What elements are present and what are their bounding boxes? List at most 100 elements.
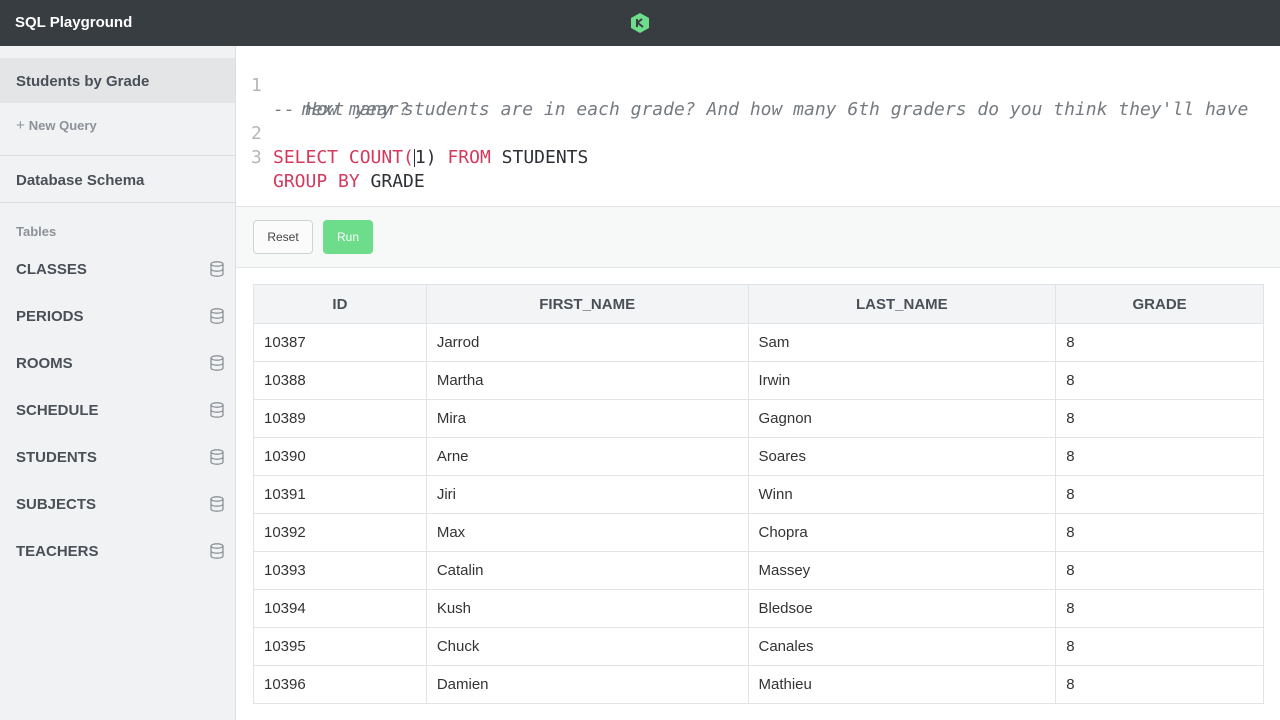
sidebar: Students by Grade + New Query Database Sc… — [0, 46, 236, 720]
database-schema-title[interactable]: Database Schema — [16, 172, 144, 189]
cell-grade: 8 — [1055, 475, 1264, 514]
database-icon — [210, 496, 224, 512]
cell-grade: 8 — [1055, 513, 1264, 552]
table-row: 10391 Jiri Winn 8 — [253, 475, 1264, 514]
app-title: SQL Playground — [15, 14, 133, 31]
table-item-periods[interactable]: PERIODS — [0, 299, 235, 335]
cell-first-name: Arne — [425, 437, 749, 476]
line-number: 3 — [251, 147, 262, 168]
count-close: ) — [425, 147, 437, 168]
query-item-active[interactable]: Students by Grade — [0, 58, 235, 103]
table-name: PERIODS — [16, 308, 84, 325]
keyword-from: FROM — [447, 147, 491, 168]
table-row: 10395 Chuck Canales 8 — [253, 627, 1264, 666]
cell-grade: 8 — [1055, 437, 1264, 476]
query-toolbar: Reset Run — [236, 207, 1280, 268]
cell-id: 10396 — [253, 665, 427, 704]
column-header-grade: GRADE — [1055, 284, 1264, 324]
cell-id: 10388 — [253, 361, 427, 400]
cell-last-name: Gagnon — [747, 399, 1057, 438]
table-item-schedule[interactable]: SCHEDULE — [0, 393, 235, 429]
cell-first-name: Damien — [425, 665, 749, 704]
table-item-subjects[interactable]: SUBJECTS — [0, 487, 235, 523]
cell-last-name: Canales — [747, 627, 1057, 666]
sql-select-statement: SELECT COUNT(1) FROM STUDENTS — [273, 146, 588, 170]
cell-id: 10391 — [253, 475, 427, 514]
database-icon — [210, 543, 224, 559]
query-item-label: Students by Grade — [16, 73, 150, 90]
cell-id: 10394 — [253, 589, 427, 628]
results-table: ID FIRST_NAME LAST_NAME GRADE 10387 Jarro… — [253, 284, 1264, 704]
count-argument: 1 — [414, 147, 426, 168]
database-icon — [210, 261, 224, 277]
cell-first-name: Max — [425, 513, 749, 552]
cell-grade: 8 — [1055, 361, 1264, 400]
code-line-3: 3 GROUP BY GRADE — [236, 122, 1280, 192]
table-item-teachers[interactable]: TEACHERS — [0, 534, 235, 570]
group-column: GRADE — [370, 171, 425, 192]
code-line-2: 2 SELECT COUNT(1) FROM STUDENTS — [236, 98, 1280, 168]
column-header-first-name: FIRST_NAME — [425, 284, 749, 324]
cell-last-name: Massey — [747, 551, 1057, 590]
sql-group-by: GROUP BY GRADE — [273, 170, 425, 194]
reset-button[interactable]: Reset — [253, 220, 313, 254]
keyword-count: COUNT( — [348, 147, 414, 168]
table-reference: STUDENTS — [501, 147, 589, 168]
cell-last-name: Chopra — [747, 513, 1057, 552]
cell-id: 10390 — [253, 437, 427, 476]
treehouse-logo-icon — [631, 13, 649, 33]
table-item-rooms[interactable]: ROOMS — [0, 346, 235, 382]
cell-id: 10395 — [253, 627, 427, 666]
cell-grade: 8 — [1055, 551, 1264, 590]
cell-first-name: Martha — [425, 361, 749, 400]
cell-grade: 8 — [1055, 323, 1264, 362]
cell-last-name: Soares — [747, 437, 1057, 476]
code-line-1-wrap: next year? — [236, 74, 1280, 120]
table-row: 10392 Max Chopra 8 — [253, 513, 1264, 552]
cell-id: 10392 — [253, 513, 427, 552]
table-name: SCHEDULE — [16, 402, 99, 419]
sql-editor[interactable]: 1 -- How many students are in each grade… — [236, 46, 1280, 207]
divider — [0, 202, 235, 203]
cell-first-name: Catalin — [425, 551, 749, 590]
new-query-label: New Query — [28, 118, 97, 133]
table-name: CLASSES — [16, 261, 87, 278]
cell-id: 10387 — [253, 323, 427, 362]
cell-last-name: Sam — [747, 323, 1057, 362]
column-header-id: ID — [253, 284, 427, 324]
cell-last-name: Bledsoe — [747, 589, 1057, 628]
table-name: TEACHERS — [16, 543, 99, 560]
cell-last-name: Winn — [747, 475, 1057, 514]
new-query-button[interactable]: + New Query — [16, 117, 97, 134]
divider — [0, 155, 235, 156]
database-icon — [210, 308, 224, 324]
table-row: 10393 Catalin Massey 8 — [253, 551, 1264, 590]
cell-grade: 8 — [1055, 589, 1264, 628]
keyword-select: SELECT — [273, 147, 339, 168]
top-bar: SQL Playground — [0, 0, 1280, 46]
table-item-classes[interactable]: CLASSES — [0, 252, 235, 288]
run-button[interactable]: Run — [323, 220, 373, 254]
database-icon — [210, 355, 224, 371]
cell-grade: 8 — [1055, 627, 1264, 666]
cell-first-name: Jiri — [425, 475, 749, 514]
table-row: 10387 Jarrod Sam 8 — [253, 323, 1264, 362]
cell-id: 10393 — [253, 551, 427, 590]
table-name: ROOMS — [16, 355, 73, 372]
table-row: 10389 Mira Gagnon 8 — [253, 399, 1264, 438]
table-row: 10394 Kush Bledsoe 8 — [253, 589, 1264, 628]
table-header-row: ID FIRST_NAME LAST_NAME GRADE — [253, 284, 1264, 324]
results-table-container: ID FIRST_NAME LAST_NAME GRADE 10387 Jarro… — [253, 284, 1264, 704]
table-row: 10390 Arne Soares 8 — [253, 437, 1264, 476]
table-item-students[interactable]: STUDENTS — [0, 440, 235, 476]
cell-first-name: Jarrod — [425, 323, 749, 362]
column-header-last-name: LAST_NAME — [747, 284, 1057, 324]
table-row: 10388 Martha Irwin 8 — [253, 361, 1264, 400]
keyword-group-by: GROUP BY — [273, 171, 360, 192]
cell-last-name: Irwin — [747, 361, 1057, 400]
cell-grade: 8 — [1055, 665, 1264, 704]
tables-label: Tables — [16, 224, 57, 239]
table-name: STUDENTS — [16, 449, 97, 466]
cell-first-name: Kush — [425, 589, 749, 628]
plus-icon: + — [16, 117, 25, 134]
